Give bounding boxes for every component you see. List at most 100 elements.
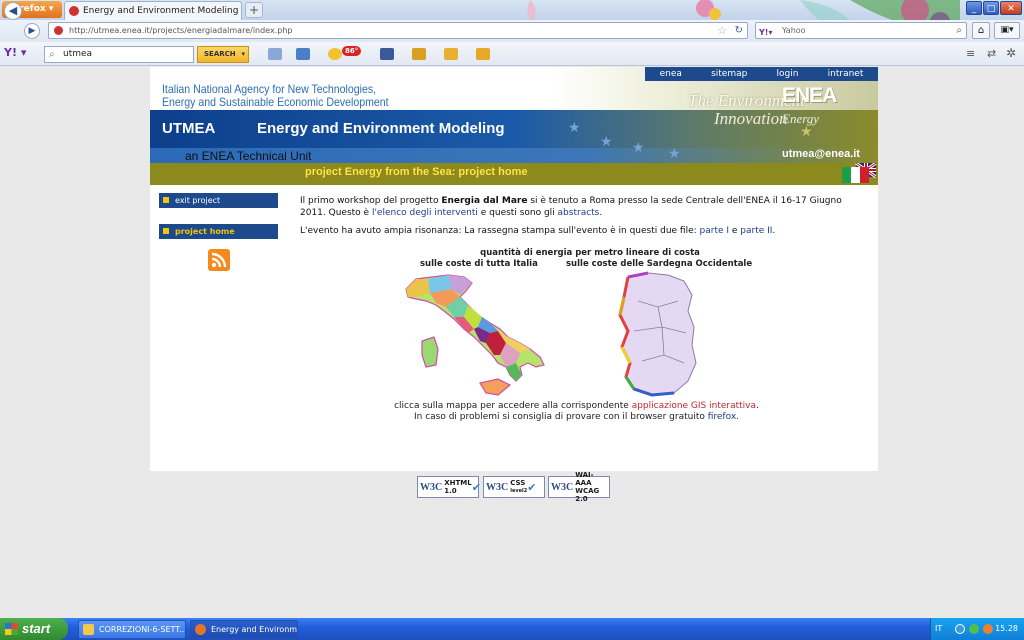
network-icon[interactable] — [955, 624, 965, 634]
top-nav: enea sitemap login intranet — [645, 67, 878, 81]
answers-icon[interactable] — [444, 48, 458, 60]
minimize-button[interactable]: _ — [966, 1, 982, 15]
project-name: Energia dal Mare — [441, 196, 528, 206]
back-button[interactable]: ◀ — [4, 2, 22, 20]
badge-line-2: level2 — [510, 488, 528, 494]
update-icon[interactable] — [983, 624, 993, 634]
folder-icon — [83, 624, 94, 635]
maximize-button[interactable]: □ — [983, 1, 999, 15]
site-title: Energy and Environment Modeling — [257, 120, 505, 137]
nav-link-intranet[interactable]: intranet — [828, 69, 864, 79]
checkmark-icon: ✔ — [471, 480, 481, 494]
yahoo-engine-icon[interactable]: Y!▾ — [759, 25, 772, 40]
forward-button[interactable]: ▶ — [24, 23, 40, 39]
sidebar-item-label: exit project — [175, 196, 221, 205]
css-validation-badge[interactable]: W3C CSS level2 ✔ — [483, 476, 545, 498]
sidebar-item-project-home[interactable]: project home — [159, 224, 278, 239]
mail-icon[interactable] — [296, 48, 310, 60]
enea-logo[interactable]: ENEA — [782, 84, 837, 108]
badge-line-2: 1.0 — [444, 487, 457, 495]
taskbar-item-label: Energy and Environm... — [211, 625, 298, 634]
browser-tab[interactable]: Energy and Environment Modeling — [64, 1, 242, 20]
sardinia-energy-map[interactable] — [608, 271, 700, 399]
italian-flag-icon[interactable] — [842, 167, 869, 183]
sidebar-item-label: project home — [175, 227, 235, 236]
italy-map-caption: sulle coste di tutta Italia — [420, 259, 538, 269]
maps-heading: quantità di energia per metro lineare di… — [480, 248, 700, 258]
speakers-list-link[interactable]: l'elenco degli interventi — [372, 208, 478, 218]
checkmark-icon: ✔ — [527, 480, 537, 494]
clock: 15.28 — [995, 624, 1018, 633]
workshop-paragraph: Il primo workshop del progetto Energia d… — [300, 196, 842, 218]
reload-icon[interactable]: ↻ — [735, 23, 743, 38]
search-engine-placeholder: Yahoo — [782, 26, 806, 35]
main-content: Il primo workshop del progetto Energia d… — [300, 195, 845, 243]
wcag-compliance-badge[interactable]: W3C WAI-AAA WCAG 2.0 — [548, 471, 610, 503]
page-subtitle: project Energy from the Sea: project hom… — [305, 166, 528, 178]
italy-energy-map[interactable] — [402, 271, 550, 399]
nav-link-enea[interactable]: enea — [660, 69, 682, 79]
sardinia-map-caption: sulle coste delle Sardegna Occidentale — [566, 259, 753, 269]
window-controls: _ □ ✕ — [966, 1, 1022, 18]
weather-icon[interactable] — [328, 48, 342, 60]
system-tray: IT 15.28 — [930, 618, 1024, 640]
w3c-logo: W3C — [420, 481, 443, 493]
badge-line-1: WAI-AAA — [575, 471, 594, 487]
agency-line-2: Energy and Sustainable Economic Developm… — [162, 95, 389, 109]
yahoo-search-button[interactable]: SEARCH — [197, 46, 249, 63]
badge-line-1: XHTML — [444, 479, 472, 487]
close-button[interactable]: ✕ — [1000, 1, 1022, 15]
eu-star-icon: ★ — [668, 146, 681, 162]
browser-search-box[interactable]: Y!▾ Yahoo ⌕ — [755, 22, 967, 39]
nav-link-sitemap[interactable]: sitemap — [711, 69, 747, 79]
widgets-icon[interactable] — [476, 48, 490, 60]
weather-temperature-badge: 86° — [342, 46, 362, 56]
taskbar-item-folder[interactable]: CORREZIONI-6-SETT... — [78, 620, 186, 639]
yahoo-logo[interactable]: Y! ▾ — [4, 46, 38, 62]
xhtml-validation-badge[interactable]: W3C XHTML 1.0 ✔ — [417, 476, 481, 498]
map-instructions: clicca sulla mappa per accedere alla cor… — [300, 401, 853, 423]
tab-title: Energy and Environment Modeling — [83, 6, 239, 16]
toolbar-settings-icon[interactable]: ✲ — [1006, 46, 1016, 60]
press-part-1-link[interactable]: parte I — [700, 226, 730, 236]
language-indicator[interactable]: IT — [935, 618, 942, 640]
favicon-icon — [69, 6, 79, 16]
bookmark-star-icon[interactable]: ☆ — [717, 23, 727, 38]
contact-email[interactable]: utmea@enea.it — [782, 148, 860, 160]
eu-star-icon: ★ — [600, 134, 613, 150]
facebook-icon[interactable] — [380, 48, 394, 60]
home-icon[interactable]: ⌂ — [972, 22, 990, 39]
address-bar[interactable]: http://utmea.enea.it/projects/energiadal… — [48, 22, 748, 39]
security-icon[interactable] — [969, 624, 979, 634]
toolbar-arrows-icon[interactable]: ⇄ — [987, 47, 996, 60]
rss-icon[interactable] — [208, 249, 230, 271]
start-button[interactable]: start — [0, 618, 68, 640]
bookmarks-icon[interactable] — [268, 48, 282, 60]
search-icon[interactable]: ⌕ — [956, 23, 962, 38]
nav-link-login[interactable]: login — [777, 69, 799, 79]
tools-menu-button[interactable]: ▣▾ — [994, 22, 1020, 39]
press-part-2-link[interactable]: parte II — [740, 226, 772, 236]
url-text: http://utmea.enea.it/projects/energiadal… — [69, 26, 293, 35]
site-favicon-icon — [54, 26, 63, 35]
yahoo-query-text: utmea — [63, 49, 93, 59]
yahoo-search-input[interactable]: ⌕ utmea — [44, 46, 194, 63]
gis-application-link[interactable]: applicazione GIS interattiva — [632, 401, 756, 411]
w3c-logo: W3C — [486, 481, 509, 493]
taskbar-item-label: CORREZIONI-6-SETT... — [99, 625, 186, 634]
firefox-link[interactable]: firefox — [708, 412, 736, 422]
sidebar-item-exit-project[interactable]: exit project — [159, 193, 278, 208]
taskbar-item-firefox[interactable]: Energy and Environm... — [190, 620, 298, 639]
tagline-energy: Energy — [782, 111, 820, 126]
browser-note: In caso di problemi si consiglia di prov… — [413, 412, 740, 422]
new-tab-button[interactable]: + — [245, 2, 263, 18]
toolbar-list-icon[interactable]: ≡ — [966, 47, 975, 60]
windows-logo-icon — [5, 623, 18, 635]
subunit-label: an ENEA Technical Unit — [185, 149, 312, 163]
badge-line-2: WCAG 2.0 — [575, 487, 600, 503]
games-icon[interactable] — [412, 48, 426, 60]
eu-star-icon: ★ — [632, 140, 645, 156]
unit-name: UTMEA — [162, 120, 216, 137]
abstracts-link[interactable]: abstracts — [558, 208, 600, 218]
search-icon: ⌕ — [49, 49, 55, 60]
